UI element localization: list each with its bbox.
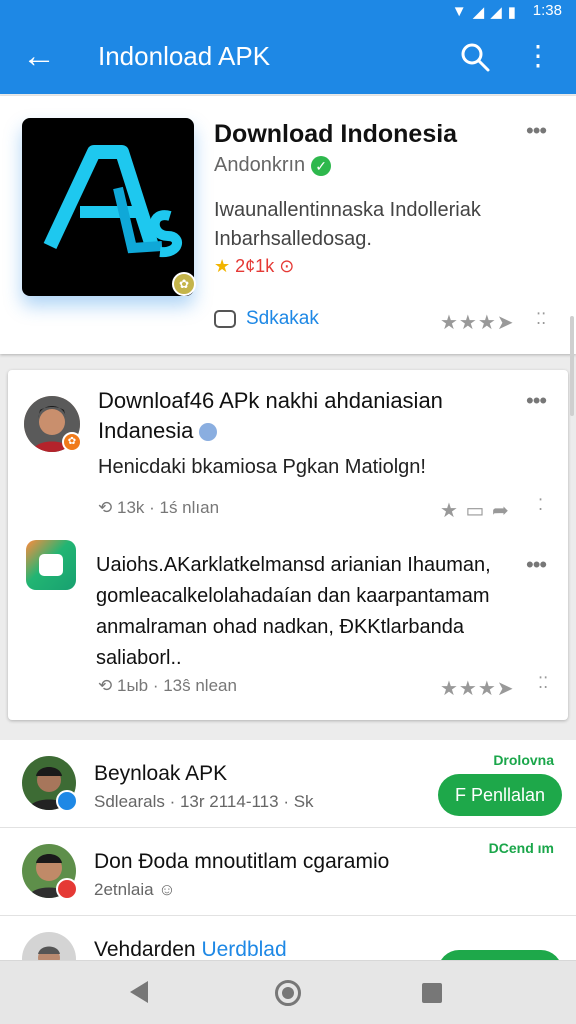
more-vert-icon[interactable]: ⋮ (524, 38, 552, 74)
search-icon[interactable] (458, 40, 492, 74)
list-item-sub: Sdlearals · 13r 2114-113 · Sk (94, 792, 314, 811)
system-nav-bar (0, 960, 576, 1024)
developer-name: Andonkrın (214, 154, 306, 176)
post-meta: ⟲ 13k · 1ś nlıan (98, 498, 219, 518)
star-rating-icons[interactable]: ★★★➤ (440, 310, 515, 335)
post-action-icons[interactable]: ★ ▭ ➦ (440, 498, 510, 523)
post2-meta-text: 1ыb · 13ŝ nlean (116, 676, 237, 695)
app-bar-title: Indonload APK (98, 41, 271, 71)
cell-icon: ◢ (490, 4, 502, 21)
emoji-icon: ☺ (158, 880, 176, 899)
post-card: ✿ Downloaf46 APk nakhi ahdaniasian Indan… (8, 370, 568, 720)
verified-icon: ✓ (311, 155, 332, 176)
verified-badge-icon (56, 790, 78, 812)
back-arrow-icon[interactable]: ← (22, 38, 56, 74)
list-item-name-a: Vehdarden (94, 938, 202, 961)
record-icon: ⊙ (279, 256, 295, 276)
post-title-text: Downloaf46 APk nakhi ahdaniasian Indanes… (98, 388, 443, 443)
list-item-name: Beynloak APK (94, 762, 228, 785)
nav-recents-icon[interactable] (422, 983, 442, 1003)
list-item-tag: Drolovna (493, 752, 554, 768)
post-title: Downloaf46 APk nakhi ahdaniasian Indanes… (98, 386, 528, 446)
app-rating: ★ 2¢1k ⊙ (214, 256, 294, 277)
status-time: 1:38 (532, 2, 562, 19)
grid-dots-icon[interactable]: ⁚⁚ (536, 312, 546, 328)
nav-home-icon[interactable] (275, 980, 301, 1006)
post-text: Henicdaki bkamiosa Pgkan Matiolgn! (98, 456, 426, 478)
app-card: ✿ Download Indonesia Andonkrın ✓ Iwaunall… (0, 96, 576, 354)
post-meta-text: 13k · 1ś nlıan (116, 498, 220, 517)
post-grid-dots-icon[interactable]: ⁚ (538, 498, 543, 514)
list-item[interactable]: Beynloak APK Sdlearals · 13r 2114-113 · … (0, 740, 576, 828)
app-description: Iwaunallentinnaska Indolleriak Inbarhsal… (214, 199, 481, 250)
list-item[interactable]: Don Đoda mnoutitlam cgaramio 2etnlaia ☺ … (0, 828, 576, 916)
more-horiz-icon[interactable]: ••• (526, 118, 547, 144)
app-bar: ← Indonload APK ⋮ (0, 22, 576, 94)
app-logo-art (43, 145, 182, 258)
list-item-tag: DCend ım (488, 840, 554, 856)
battery-icon: ▮ (507, 4, 516, 21)
scrollbar[interactable] (570, 316, 574, 416)
rating-value: 2¢1k (235, 256, 275, 276)
repost-icon[interactable]: ⟲ (98, 676, 112, 695)
star-icon: ★ (214, 256, 231, 276)
wifi-icon: ◢ (472, 4, 485, 21)
status-bar: ▼ ◢ ◢ ▮ 1:38 (0, 0, 576, 22)
nav-back-icon[interactable] (130, 981, 148, 1003)
app-developer[interactable]: Andonkrın ✓ (214, 154, 332, 177)
list-item-sub: 2etnlaia ☺ (94, 880, 176, 900)
logo-badge-icon: ✿ (172, 272, 196, 296)
post2-grid-dots-icon[interactable]: ⁚⁚ (538, 676, 548, 692)
post2-meta: ⟲ 1ыb · 13ŝ nlean (98, 676, 237, 696)
chat-icon (214, 310, 236, 328)
app-icon[interactable] (26, 540, 76, 590)
app-list: Beynloak APK Sdlearals · 13r 2114-113 · … (0, 740, 576, 992)
comment-link[interactable]: Sdkakak (214, 308, 319, 330)
signal-icon: ▼ (451, 3, 467, 20)
list-item-name: Vehdarden Uerdblad (94, 938, 287, 962)
repost-icon[interactable]: ⟲ (98, 498, 112, 517)
install-button[interactable]: F Penllalan (438, 774, 562, 816)
list-item-name-b: Uerdblad (201, 938, 287, 961)
fire-badge-icon (56, 878, 78, 900)
globe-icon (199, 423, 218, 442)
app-title: Download Indonesia (214, 120, 458, 148)
avatar-badge-icon: ✿ (62, 432, 82, 452)
comment-link-label: Sdkakak (246, 308, 319, 329)
post-more-horiz-icon[interactable]: ••• (526, 388, 547, 414)
list-item-name: Don Đoda mnoutitlam cgaramio (94, 850, 390, 873)
list-item-sub-text: 2etnlaia (94, 880, 154, 899)
post2-more-horiz-icon[interactable]: ••• (526, 552, 547, 578)
post2-star-icons[interactable]: ★★★➤ (440, 676, 515, 701)
app-icon-inner (39, 554, 63, 576)
post2-text: Uaiohs.AKarklatkelmansd arianian Ihauman… (96, 554, 491, 669)
app-logo[interactable] (22, 118, 194, 296)
status-icons: ▼ ◢ ◢ ▮ (452, 3, 516, 21)
